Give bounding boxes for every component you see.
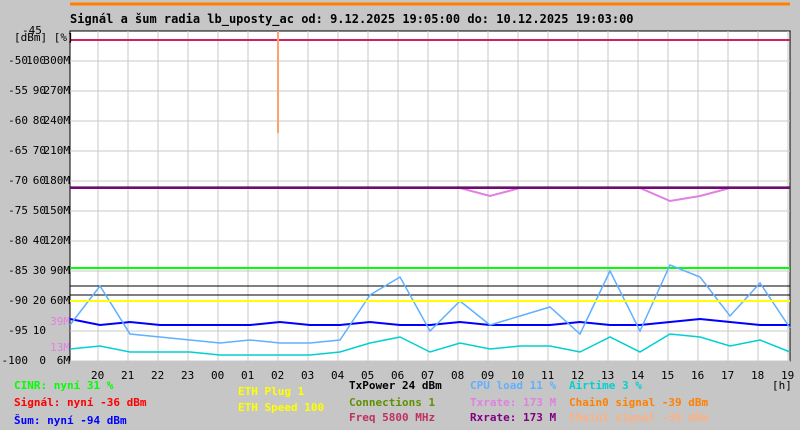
- y-tick-rate-extra: 39M: [50, 315, 70, 328]
- y-tick-dbm: -90: [8, 294, 28, 307]
- y-tick-rate-extra: 13M: [50, 340, 70, 354]
- y-tick-dbm: -50: [8, 54, 28, 67]
- plot-area: [69, 30, 791, 362]
- y-tick-rate: 90M: [50, 264, 70, 277]
- legend-item: Chain0 signal -39 dBm: [569, 396, 709, 409]
- x-tick-label: 18: [751, 369, 765, 382]
- legend-item: Signál: nyní -36 dBm: [14, 396, 147, 409]
- y-tick-rate: 210M: [43, 144, 71, 157]
- chart-canvas: [69, 2, 791, 362]
- legend-item: Freq 5800 MHz: [349, 411, 436, 424]
- y-tick-dbm: -65: [8, 144, 28, 157]
- legend-item: Txrate: 173 M: [470, 396, 557, 409]
- legend-item: CPU load 11 %: [470, 379, 557, 392]
- y-tick-dbm: -60: [8, 114, 28, 127]
- y-tick-pct: 20: [32, 294, 46, 307]
- x-tick-label: 08: [451, 369, 465, 382]
- legend-item: Connections 1: [349, 396, 436, 409]
- y-tick-rate: 6M: [56, 354, 70, 367]
- legend-item: ETH Plug 1: [238, 385, 305, 398]
- legend-item: Rxrate: 173 M: [470, 411, 557, 424]
- x-tick-label: 04: [331, 369, 345, 382]
- y-tick-pct: 30: [32, 264, 46, 277]
- x-tick-label: 15: [661, 369, 675, 382]
- x-tick-label: 16: [691, 369, 705, 382]
- x-unit-label: [h]: [772, 379, 792, 392]
- legend-item: Airtime 3 %: [569, 379, 642, 392]
- y-tick-dbm: -55: [8, 84, 28, 97]
- y-tick-dbm: -85: [8, 264, 28, 277]
- y-units-label: [dBm] [%]: [14, 31, 74, 44]
- y-tick-pct: 10: [32, 324, 46, 337]
- y-tick-pct: 0: [39, 354, 46, 367]
- x-tick-label: 00: [211, 369, 225, 382]
- y-tick-rate: 270M: [43, 84, 71, 97]
- y-tick-rate: 240M: [43, 114, 71, 127]
- y-tick-rate: 150M: [43, 204, 71, 217]
- legend-item: Chain1 signal -39 dBm: [569, 411, 709, 424]
- y-tick-rate: 180M: [43, 174, 71, 187]
- signal-noise-chart: Signál a šum radia lb_uposty_ac od: 9.12…: [0, 0, 800, 430]
- legend-item: CINR: nyní 31 %: [14, 379, 114, 392]
- x-tick-label: 03: [301, 369, 315, 382]
- y-tick-rate: 60M: [50, 294, 70, 307]
- x-tick-label: 22: [151, 369, 165, 382]
- x-tick-label: 17: [721, 369, 735, 382]
- x-tick-label: 21: [121, 369, 135, 382]
- x-tick-label: 23: [181, 369, 195, 382]
- y-tick-rate: 300M: [43, 54, 71, 67]
- legend-item: ETH Speed 100: [238, 401, 325, 414]
- y-tick-dbm: -70: [8, 174, 28, 187]
- chart-title: Signál a šum radia lb_uposty_ac od: 9.12…: [70, 12, 634, 26]
- y-tick-rate: 120M: [43, 234, 71, 247]
- y-tick-dbm: -75: [8, 204, 28, 217]
- x-tick-label: 02: [271, 369, 285, 382]
- x-tick-label: 01: [241, 369, 255, 382]
- legend-item: Šum: nyní -94 dBm: [14, 414, 127, 427]
- y-tick-dbm: -95: [8, 324, 28, 337]
- y-tick-dbm: -80: [8, 234, 28, 247]
- y-tick-dbm: -100: [1, 354, 29, 367]
- legend-item: TxPower 24 dBm: [349, 379, 442, 392]
